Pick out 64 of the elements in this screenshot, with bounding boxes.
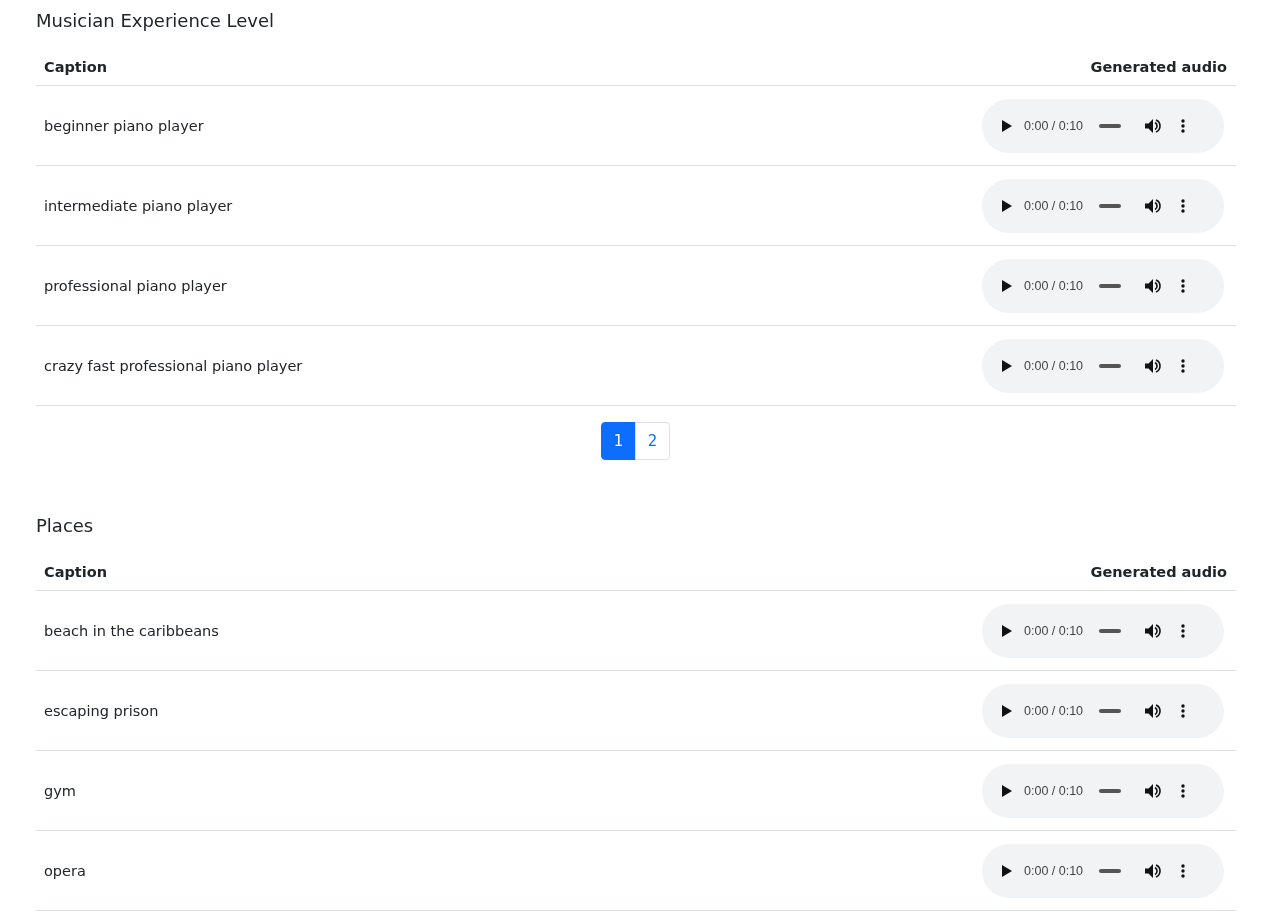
play-icon[interactable]	[1002, 279, 1012, 292]
section-title: Musician Experience Level	[36, 9, 275, 33]
audio-time: 0:00 / 0:10	[1024, 703, 1084, 718]
audio-player[interactable]: 0:00 / 0:10	[982, 843, 1224, 898]
caption-cell: beach in the caribbeans	[44, 622, 219, 639]
speaker-icon[interactable]	[1145, 278, 1162, 293]
speaker-icon[interactable]	[1145, 863, 1162, 878]
audio-player[interactable]: 0:00 / 0:10	[982, 603, 1224, 658]
seek-track[interactable]	[1099, 628, 1122, 633]
more-icon[interactable]	[1181, 118, 1186, 133]
play-icon[interactable]	[1002, 864, 1012, 877]
seek-track[interactable]	[1099, 203, 1122, 208]
audio-player[interactable]: 0:00 / 0:10	[982, 178, 1224, 233]
speaker-icon[interactable]	[1145, 118, 1162, 133]
audio-time: 0:00 / 0:10	[1024, 118, 1084, 133]
speaker-icon[interactable]	[1145, 703, 1162, 718]
caption-cell: intermediate piano player	[44, 197, 233, 214]
caption-cell: gym	[44, 782, 76, 799]
seek-track[interactable]	[1099, 283, 1122, 288]
seek-track[interactable]	[1099, 868, 1122, 873]
play-icon[interactable]	[1002, 704, 1012, 717]
play-icon[interactable]	[1002, 119, 1012, 132]
audio-time: 0:00 / 0:10	[1024, 198, 1084, 213]
audio-time: 0:00 / 0:10	[1024, 278, 1084, 293]
caption-cell: professional piano player	[44, 277, 227, 294]
column-header: Generated audio	[1090, 563, 1227, 580]
speaker-icon[interactable]	[1145, 623, 1162, 638]
more-icon[interactable]	[1181, 358, 1186, 373]
seek-track[interactable]	[1099, 363, 1122, 368]
speaker-icon[interactable]	[1145, 783, 1162, 798]
audio-time: 0:00 / 0:10	[1024, 863, 1084, 878]
audio-player[interactable]: 0:00 / 0:10	[982, 763, 1224, 818]
column-header: Caption	[44, 58, 107, 75]
more-icon[interactable]	[1181, 623, 1186, 638]
audio-time: 0:00 / 0:10	[1024, 358, 1084, 373]
speaker-icon[interactable]	[1145, 198, 1162, 213]
section-title: Places	[36, 514, 95, 538]
seek-track[interactable]	[1099, 788, 1122, 793]
audio-time: 0:00 / 0:10	[1024, 783, 1084, 798]
seek-track[interactable]	[1099, 123, 1122, 128]
play-icon[interactable]	[1002, 624, 1012, 637]
caption-cell: opera	[44, 862, 86, 879]
speaker-icon[interactable]	[1145, 358, 1162, 373]
audio-player[interactable]: 0:00 / 0:10	[982, 98, 1224, 153]
play-icon[interactable]	[1002, 199, 1012, 212]
more-icon[interactable]	[1181, 863, 1186, 878]
audio-player[interactable]: 0:00 / 0:10	[982, 683, 1224, 738]
more-icon[interactable]	[1181, 703, 1186, 718]
column-header: Caption	[44, 563, 107, 580]
audio-player[interactable]: 0:00 / 0:10	[982, 258, 1224, 313]
more-icon[interactable]	[1181, 783, 1186, 798]
more-icon[interactable]	[1181, 278, 1186, 293]
seek-track[interactable]	[1099, 708, 1122, 713]
play-icon[interactable]	[1002, 359, 1012, 372]
page-button[interactable]: 2	[635, 422, 670, 460]
column-header: Generated audio	[1090, 58, 1227, 75]
audio-time: 0:00 / 0:10	[1024, 623, 1084, 638]
caption-cell: escaping prison	[44, 702, 159, 719]
caption-cell: beginner piano player	[44, 117, 204, 134]
page-button[interactable]: 1	[601, 422, 636, 460]
caption-cell: crazy fast professional piano player	[44, 357, 303, 374]
play-icon[interactable]	[1002, 784, 1012, 797]
audio-player[interactable]: 0:00 / 0:10	[982, 338, 1224, 393]
more-icon[interactable]	[1181, 198, 1186, 213]
